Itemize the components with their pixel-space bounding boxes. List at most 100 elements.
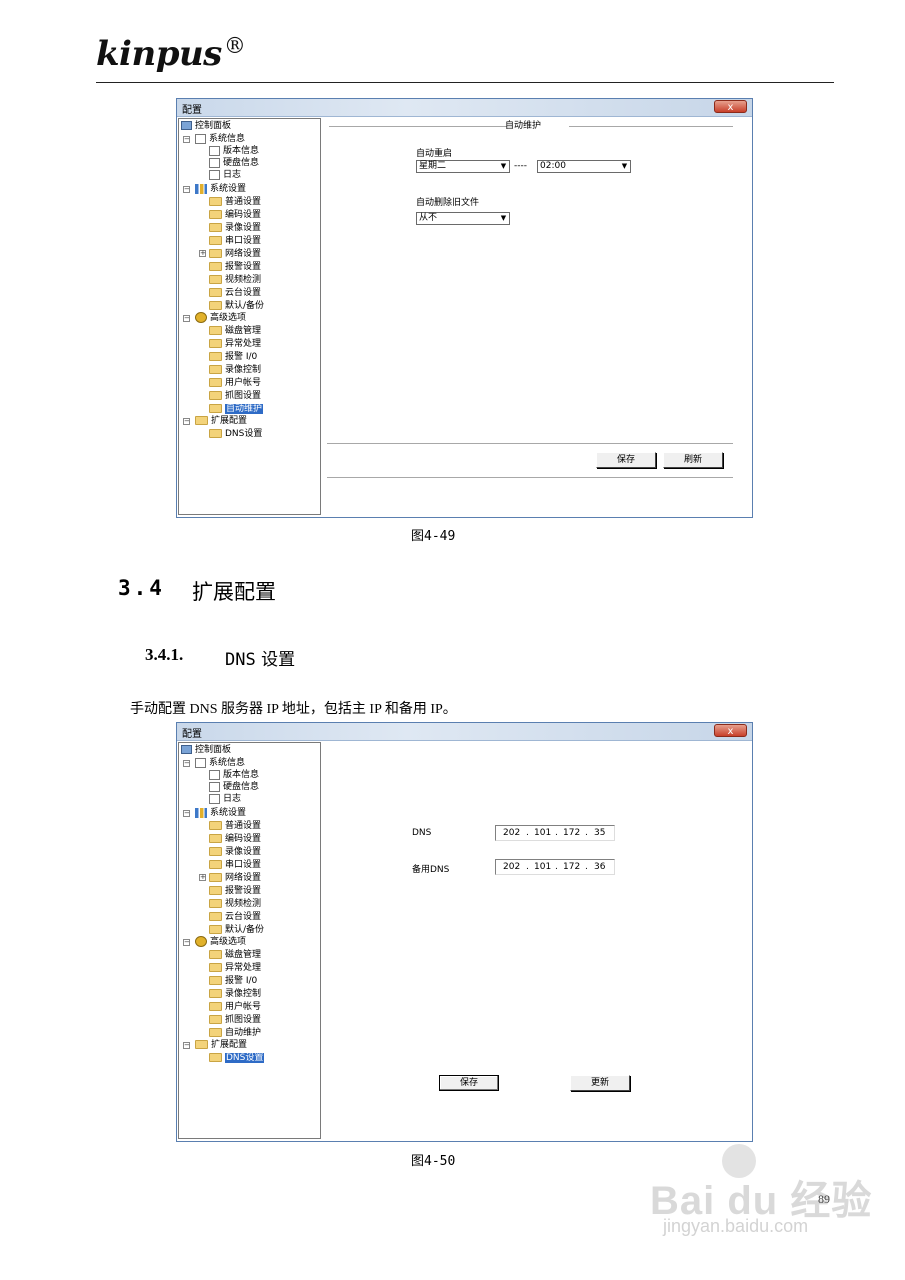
- tree-item-log[interactable]: 日志: [209, 169, 241, 181]
- tree-item-ext-config[interactable]: 扩展配置: [195, 415, 247, 427]
- folder-icon: [209, 262, 222, 271]
- tree-item-alarm[interactable]: 报警设置: [209, 885, 261, 897]
- tree-item-dns[interactable]: DNS设置: [209, 1052, 265, 1064]
- tree-item-general[interactable]: 普通设置: [209, 196, 261, 208]
- tree-item-user-account[interactable]: 用户帐号: [209, 377, 261, 389]
- tree-item-system-info[interactable]: 系统信息: [195, 133, 245, 145]
- folder-icon: [209, 860, 222, 869]
- tree-item-system-settings[interactable]: 系统设置: [195, 807, 246, 819]
- title-bar[interactable]: 配置 x: [177, 723, 752, 741]
- tree-item-network[interactable]: 网络设置: [209, 248, 261, 260]
- folder-icon: [209, 236, 222, 245]
- control-panel-tree[interactable]: 控制面板 − 系统信息 版本信息 硬盘信息 日志 − 系统设置 普通设置 编码设…: [178, 742, 321, 1139]
- auto-delete-select[interactable]: 从不 ▼: [416, 212, 510, 225]
- tree-item-exception[interactable]: 异常处理: [209, 338, 261, 350]
- chevron-down-icon: ▼: [500, 162, 507, 170]
- computer-icon: [181, 745, 192, 754]
- tree-item-disk-mgmt[interactable]: 磁盘管理: [209, 325, 261, 337]
- tree-item-encode[interactable]: 编码设置: [209, 833, 261, 845]
- tree-item-video-detect[interactable]: 视频检测: [209, 898, 261, 910]
- folder-icon: [209, 210, 222, 219]
- tree-item-alarm-io[interactable]: 报警 I/0: [209, 351, 257, 363]
- tree-item-record-ctrl[interactable]: 录像控制: [209, 988, 261, 1000]
- folder-icon: [209, 326, 222, 335]
- kinpus-logo: kinpus®: [96, 34, 246, 74]
- close-button[interactable]: x: [714, 724, 747, 737]
- folder-open-icon: [209, 404, 222, 413]
- registered-mark: ®: [223, 34, 246, 59]
- tree-item-advanced[interactable]: 高级选项: [195, 312, 246, 324]
- tree-item-advanced[interactable]: 高级选项: [195, 936, 246, 948]
- save-button[interactable]: 保存: [596, 452, 656, 468]
- notepad-icon: [209, 157, 220, 168]
- folder-icon: [209, 429, 222, 438]
- collapse-icon[interactable]: −: [183, 760, 190, 767]
- collapse-icon[interactable]: −: [183, 136, 190, 143]
- tree-item-disk-info[interactable]: 硬盘信息: [209, 781, 259, 793]
- collapse-icon[interactable]: −: [183, 315, 190, 322]
- gears-icon: [195, 936, 207, 947]
- tree-item-system-info[interactable]: 系统信息: [195, 757, 245, 769]
- tree-item-disk-mgmt[interactable]: 磁盘管理: [209, 949, 261, 961]
- expand-icon[interactable]: +: [199, 250, 206, 257]
- figure-caption: 图4-50: [411, 1154, 456, 1169]
- folder-icon: [209, 339, 222, 348]
- close-button[interactable]: x: [714, 100, 747, 113]
- header-rule: [96, 82, 834, 83]
- tree-item-ptz[interactable]: 云台设置: [209, 287, 261, 299]
- tree-item-serial[interactable]: 串口设置: [209, 235, 261, 247]
- folder-open-icon: [209, 1053, 222, 1062]
- tree-item-default-backup[interactable]: 默认/备份: [209, 924, 264, 936]
- config-window-dns: 配置 x 控制面板 − 系统信息 版本信息 硬盘信息 日志 − 系统设置 普通设…: [176, 722, 753, 1142]
- tree-item-log[interactable]: 日志: [209, 793, 241, 805]
- tree-item-dns[interactable]: DNS设置: [209, 428, 262, 440]
- tree-item-snapshot[interactable]: 抓图设置: [209, 1014, 261, 1026]
- tree-item-general[interactable]: 普通设置: [209, 820, 261, 832]
- tree-item-record[interactable]: 录像设置: [209, 222, 261, 234]
- expand-icon[interactable]: +: [199, 874, 206, 881]
- tree-item-serial[interactable]: 串口设置: [209, 859, 261, 871]
- tree-item-system-settings[interactable]: 系统设置: [195, 183, 246, 195]
- collapse-icon[interactable]: −: [183, 186, 190, 193]
- restart-day-select[interactable]: 星期二 ▼: [416, 160, 510, 173]
- notepad-icon: [209, 145, 220, 156]
- collapse-icon[interactable]: −: [183, 418, 190, 425]
- tree-item-record[interactable]: 录像设置: [209, 846, 261, 858]
- range-separator: ----: [514, 161, 527, 171]
- tree-item-ptz[interactable]: 云台设置: [209, 911, 261, 923]
- alt-dns-ip-input[interactable]: 202 . 101 . 172 . 36: [495, 859, 615, 875]
- control-panel-tree[interactable]: 控制面板 − 系统信息 版本信息 硬盘信息 日志 − 系统设置 普通设置 编码设…: [178, 118, 321, 515]
- save-button[interactable]: 保存: [439, 1075, 499, 1091]
- tree-root[interactable]: 控制面板: [181, 120, 231, 132]
- tree-item-auto-maint[interactable]: 自动维护: [209, 1027, 261, 1039]
- tree-item-alarm-io[interactable]: 报警 I/0: [209, 975, 257, 987]
- restart-time-select[interactable]: 02:00 ▼: [537, 160, 631, 173]
- tree-item-snapshot[interactable]: 抓图设置: [209, 390, 261, 402]
- tree-item-record-ctrl[interactable]: 录像控制: [209, 364, 261, 376]
- tree-item-video-detect[interactable]: 视频检测: [209, 274, 261, 286]
- collapse-icon[interactable]: −: [183, 810, 190, 817]
- tree-item-disk-info[interactable]: 硬盘信息: [209, 157, 259, 169]
- tree-item-auto-maint[interactable]: 自动维护: [209, 403, 264, 415]
- tree-item-user-account[interactable]: 用户帐号: [209, 1001, 261, 1013]
- tree-item-encode[interactable]: 编码设置: [209, 209, 261, 221]
- tree-item-default-backup[interactable]: 默认/备份: [209, 300, 264, 312]
- title-bar[interactable]: 配置 x: [177, 99, 752, 117]
- update-button[interactable]: 更新: [570, 1075, 630, 1091]
- tree-item-exception[interactable]: 异常处理: [209, 962, 261, 974]
- tree-root[interactable]: 控制面板: [181, 744, 231, 756]
- folder-icon: [209, 365, 222, 374]
- folder-icon: [209, 391, 222, 400]
- tree-item-network[interactable]: 网络设置: [209, 872, 261, 884]
- folder-icon: [209, 886, 222, 895]
- window-title: 配置: [182, 105, 202, 116]
- tree-item-ext-config[interactable]: 扩展配置: [195, 1039, 247, 1051]
- dns-ip-input[interactable]: 202 . 101 . 172 . 35: [495, 825, 615, 841]
- folder-icon: [209, 352, 222, 361]
- collapse-icon[interactable]: −: [183, 1042, 190, 1049]
- collapse-icon[interactable]: −: [183, 939, 190, 946]
- tree-item-version-info[interactable]: 版本信息: [209, 145, 259, 157]
- tree-item-alarm[interactable]: 报警设置: [209, 261, 261, 273]
- tree-item-version-info[interactable]: 版本信息: [209, 769, 259, 781]
- refresh-button[interactable]: 刷新: [663, 452, 723, 468]
